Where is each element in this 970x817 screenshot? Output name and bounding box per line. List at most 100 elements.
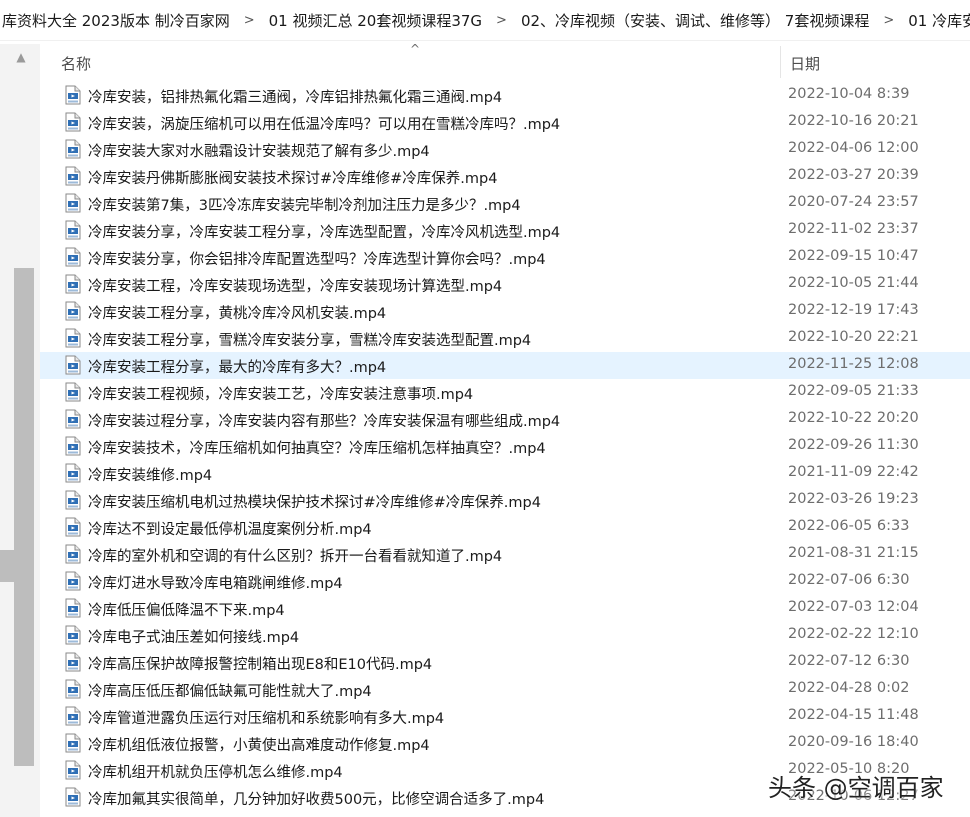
file-row[interactable]: 冷库高压低压都偏低缺氟可能性就大了.mp4 2022-04-28 0:02 bbox=[40, 676, 970, 703]
file-row[interactable]: 冷库低压偏低降温不下来.mp4 2022-07-03 12:04 bbox=[40, 595, 970, 622]
breadcrumb-item[interactable]: 02、冷库视频（安装、调试、维修等） 7套视频课程 bbox=[519, 10, 871, 31]
file-list: 冷库安装，铝排热氟化霜三通阀，冷库铝排热氟化霜三通阀.mp4 2022-10-04… bbox=[40, 82, 970, 811]
video-file-icon bbox=[65, 112, 81, 132]
file-row[interactable]: 冷库管道泄露负压运行对压缩机和系统影响有多大.mp4 2022-04-15 11:… bbox=[40, 703, 970, 730]
file-date: 2022-10-16 20:21 bbox=[788, 113, 919, 129]
file-row[interactable]: 冷库安装维修.mp4 2021-11-09 22:42 bbox=[40, 460, 970, 487]
file-date: 2022-04-06 12:00 bbox=[788, 140, 919, 156]
sort-ascending-icon[interactable]: ^ bbox=[410, 42, 420, 56]
video-file-icon bbox=[65, 544, 81, 564]
file-name: 冷库管道泄露负压运行对压缩机和系统影响有多大.mp4 bbox=[88, 711, 445, 727]
video-file-icon bbox=[65, 652, 81, 672]
file-name: 冷库安装工程分享，雪糕冷库安装分享，雪糕冷库安装选型配置.mp4 bbox=[88, 333, 532, 349]
file-name: 冷库安装工程分享，最大的冷库有多大？.mp4 bbox=[88, 360, 387, 376]
file-name: 冷库电子式油压差如何接线.mp4 bbox=[88, 630, 300, 646]
file-name: 冷库安装第7集，3匹冷冻库安装完毕制冷剂加注压力是多少？.mp4 bbox=[88, 198, 521, 214]
file-name: 冷库安装工程视频，冷库安装工艺，冷库安装注意事项.mp4 bbox=[88, 387, 474, 403]
file-name: 冷库安装维修.mp4 bbox=[88, 468, 213, 484]
file-row[interactable]: 冷库安装第7集，3匹冷冻库安装完毕制冷剂加注压力是多少？.mp4 2020-07-… bbox=[40, 190, 970, 217]
file-row[interactable]: 冷库高压保护故障报警控制箱出现E8和E10代码.mp4 2022-07-12 6:… bbox=[40, 649, 970, 676]
video-file-icon bbox=[65, 85, 81, 105]
file-row[interactable]: 冷库灯进水导致冷库电箱跳闸维修.mp4 2022-07-06 6:30 bbox=[40, 568, 970, 595]
video-file-icon bbox=[65, 139, 81, 159]
file-row[interactable]: 冷库达不到设定最低停机温度案例分析.mp4 2022-06-05 6:33 bbox=[40, 514, 970, 541]
file-date: 2022-12-19 17:43 bbox=[788, 302, 919, 318]
file-name: 冷库安装大家对水融霜设计安装规范了解有多少.mp4 bbox=[88, 144, 430, 160]
file-row[interactable]: 冷库电子式油压差如何接线.mp4 2022-02-22 12:10 bbox=[40, 622, 970, 649]
file-date: 2020-07-24 23:57 bbox=[788, 194, 919, 210]
video-file-icon bbox=[65, 760, 81, 780]
file-name: 冷库安装分享，你会铝排冷库配置选型吗？冷库选型计算你会吗？.mp4 bbox=[88, 252, 546, 268]
file-name: 冷库高压低压都偏低缺氟可能性就大了.mp4 bbox=[88, 684, 372, 700]
video-file-icon bbox=[65, 355, 81, 375]
file-date: 2021-11-09 22:42 bbox=[788, 464, 919, 480]
video-file-icon bbox=[65, 301, 81, 321]
file-date: 2022-11-02 23:37 bbox=[788, 221, 919, 237]
column-divider[interactable] bbox=[780, 46, 781, 78]
file-row[interactable]: 冷库安装分享，冷库安装工程分享，冷库选型配置，冷库冷风机选型.mp4 2022-1… bbox=[40, 217, 970, 244]
video-file-icon bbox=[65, 247, 81, 267]
file-date: 2022-11-25 12:08 bbox=[788, 356, 919, 372]
file-date: 2022-07-12 6:30 bbox=[788, 653, 910, 669]
column-header: ^ 名称 日期 bbox=[40, 42, 970, 80]
file-date: 2022-04-15 11:48 bbox=[788, 707, 919, 723]
file-date: 2022-02-22 12:10 bbox=[788, 626, 919, 642]
file-name: 冷库加氟其实很简单，几分钟加好收费500元，比修空调合适多了.mp4 bbox=[88, 792, 545, 808]
file-name: 冷库安装过程分享，冷库安装内容有那些？冷库安装保温有哪些组成.mp4 bbox=[88, 414, 561, 430]
breadcrumb-separator-icon[interactable]: > bbox=[232, 13, 267, 28]
file-name: 冷库的室外机和空调的有什么区别？拆开一台看看就知道了.mp4 bbox=[88, 549, 503, 565]
file-date: 2022-04-28 0:02 bbox=[788, 680, 910, 696]
file-name: 冷库安装压缩机电机过热模块保护技术探讨#冷库维修#冷库保养.mp4 bbox=[88, 495, 541, 511]
file-row[interactable]: 冷库安装工程视频，冷库安装工艺，冷库安装注意事项.mp4 2022-09-05 2… bbox=[40, 379, 970, 406]
file-name: 冷库安装分享，冷库安装工程分享，冷库选型配置，冷库冷风机选型.mp4 bbox=[88, 225, 561, 241]
scrollbar-thumb-partial[interactable] bbox=[0, 550, 14, 582]
file-date: 2022-03-26 19:23 bbox=[788, 491, 919, 507]
file-date: 2022-09-26 11:30 bbox=[788, 437, 919, 453]
file-name: 冷库机组开机就负压停机怎么维修.mp4 bbox=[88, 765, 343, 781]
file-row[interactable]: 冷库安装，铝排热氟化霜三通阀，冷库铝排热氟化霜三通阀.mp4 2022-10-04… bbox=[40, 82, 970, 109]
scrollbar-thumb[interactable] bbox=[14, 268, 34, 766]
video-file-icon bbox=[65, 436, 81, 456]
navigation-pane-scrollbar[interactable]: ▲ bbox=[0, 44, 40, 817]
scroll-up-icon[interactable]: ▲ bbox=[10, 50, 32, 64]
file-date: 2021-08-31 21:15 bbox=[788, 545, 919, 561]
file-date: 2022-10-05 21:44 bbox=[788, 275, 919, 291]
file-row[interactable]: 冷库安装丹佛斯膨胀阀安装技术探讨#冷库维修#冷库保养.mp4 2022-03-27… bbox=[40, 163, 970, 190]
breadcrumb-separator-icon[interactable]: > bbox=[484, 13, 519, 28]
video-file-icon bbox=[65, 679, 81, 699]
file-date: 2020-09-16 18:40 bbox=[788, 734, 919, 750]
file-row[interactable]: 冷库安装工程分享，黄桃冷库冷风机安装.mp4 2022-12-19 17:43 bbox=[40, 298, 970, 325]
video-file-icon bbox=[65, 733, 81, 753]
file-row[interactable]: 冷库安装大家对水融霜设计安装规范了解有多少.mp4 2022-04-06 12:0… bbox=[40, 136, 970, 163]
breadcrumb-item[interactable]: 01 视频汇总 20套视频课程37G bbox=[267, 10, 484, 31]
column-date-header[interactable]: 日期 bbox=[790, 53, 820, 74]
video-file-icon bbox=[65, 193, 81, 213]
file-name: 冷库高压保护故障报警控制箱出现E8和E10代码.mp4 bbox=[88, 657, 433, 673]
file-name: 冷库安装工程分享，黄桃冷库冷风机安装.mp4 bbox=[88, 306, 387, 322]
file-row[interactable]: 冷库安装技术，冷库压缩机如何抽真空？冷库压缩机怎样抽真空？.mp4 2022-09… bbox=[40, 433, 970, 460]
breadcrumb-item[interactable]: 01 冷库安装、维修 bbox=[906, 10, 970, 31]
video-file-icon bbox=[65, 220, 81, 240]
file-date: 2022-09-15 10:47 bbox=[788, 248, 919, 264]
file-row[interactable]: 冷库安装过程分享，冷库安装内容有那些？冷库安装保温有哪些组成.mp4 2022-1… bbox=[40, 406, 970, 433]
file-row[interactable]: 冷库安装压缩机电机过热模块保护技术探讨#冷库维修#冷库保养.mp4 2022-03… bbox=[40, 487, 970, 514]
file-row[interactable]: 冷库安装，涡旋压缩机可以用在低温冷库吗？可以用在雪糕冷库吗？.mp4 2022-1… bbox=[40, 109, 970, 136]
breadcrumb-separator-icon[interactable]: > bbox=[871, 13, 906, 28]
video-file-icon bbox=[65, 409, 81, 429]
video-file-icon bbox=[65, 274, 81, 294]
file-row[interactable]: 冷库安装工程分享，最大的冷库有多大？.mp4 2022-11-25 12:08 bbox=[40, 352, 970, 379]
file-row[interactable]: 冷库机组低液位报警，小黄使出高难度动作修复.mp4 2020-09-16 18:4… bbox=[40, 730, 970, 757]
column-name-header[interactable]: 名称 bbox=[61, 53, 91, 74]
file-name: 冷库安装工程，冷库安装现场选型，冷库安装现场计算选型.mp4 bbox=[88, 279, 503, 295]
video-file-icon bbox=[65, 787, 81, 807]
file-date: 2022-06-05 6:33 bbox=[788, 518, 910, 534]
file-row[interactable]: 冷库的室外机和空调的有什么区别？拆开一台看看就知道了.mp4 2021-08-31… bbox=[40, 541, 970, 568]
video-file-icon bbox=[65, 328, 81, 348]
file-date: 2022-09-05 21:33 bbox=[788, 383, 919, 399]
breadcrumb-item[interactable]: 库资料大全 2023版本 制冷百家网 bbox=[0, 10, 232, 31]
video-file-icon bbox=[65, 166, 81, 186]
file-name: 冷库灯进水导致冷库电箱跳闸维修.mp4 bbox=[88, 576, 343, 592]
file-row[interactable]: 冷库安装分享，你会铝排冷库配置选型吗？冷库选型计算你会吗？.mp4 2022-09… bbox=[40, 244, 970, 271]
file-row[interactable]: 冷库安装工程，冷库安装现场选型，冷库安装现场计算选型.mp4 2022-10-05… bbox=[40, 271, 970, 298]
file-row[interactable]: 冷库安装工程分享，雪糕冷库安装分享，雪糕冷库安装选型配置.mp4 2022-10-… bbox=[40, 325, 970, 352]
